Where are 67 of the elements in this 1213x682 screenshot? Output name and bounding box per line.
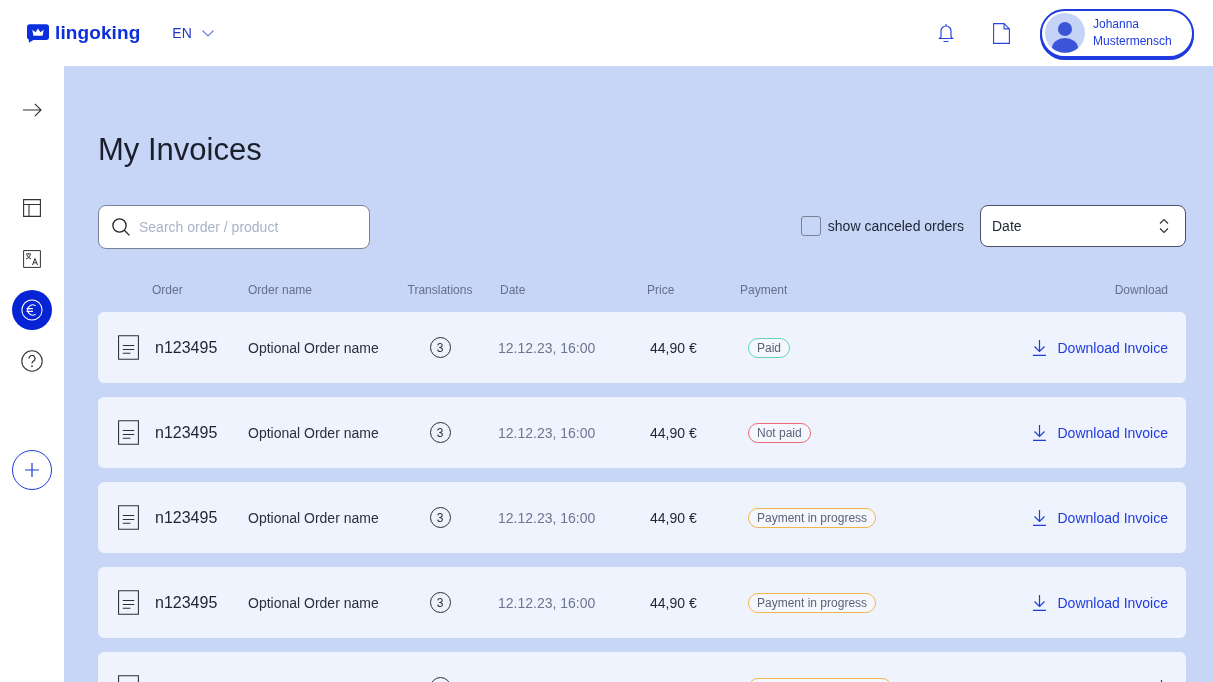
column-header: Payment [740,283,788,297]
up-down-chevron-icon [1159,218,1169,234]
download-icon [1033,594,1047,611]
page-title: My Invoices [98,132,262,168]
notifications-button[interactable] [938,23,954,43]
download-invoice-link[interactable]: Download Invoice [1033,339,1168,356]
search-field[interactable]: Search order / product [98,205,370,249]
download-invoice-link[interactable]: Download Invoice [1033,594,1168,611]
invoice-row[interactable]: n123495 Optional Order name 3 12.12.23, 16:00 44,90 € Payment in progress Download Invoice [98,567,1186,638]
order-number: n123495 [155,338,218,357]
help-icon [21,350,43,372]
search-icon [112,218,130,236]
logo-text[interactable]: lingoking [55,22,141,44]
invoice-row[interactable]: n123495 Optional Order name 3 12.12.23, 16:00 44,90 € Paid Download Invoice [98,312,1186,383]
checkbox[interactable] [800,216,821,236]
user-profile-button[interactable]: Johanna Mustermensch [1040,8,1194,58]
logo-icon [27,23,49,43]
document-lines-icon [118,505,139,530]
column-header: Download [1114,283,1168,297]
column-header: Price [647,283,675,297]
order-name: Optional Order name [248,424,379,441]
plus-icon [25,463,39,477]
documents-button[interactable] [993,22,1010,44]
download-icon [1033,509,1047,526]
sort-select[interactable]: Date [980,205,1186,247]
checkbox-label: show canceled orders [827,218,964,234]
document-lines-icon [118,590,139,615]
order-name: Optional Order name [248,509,379,526]
translate-icon [23,250,41,268]
payment-status-tag: Paid [748,337,791,358]
document-lines-icon [118,335,139,360]
order-date: 12.12.23, 16:00 [498,594,596,611]
chevron-down-icon [201,29,214,37]
order-name: Optional Order name [248,339,379,356]
column-header: Translations [407,283,473,297]
order-name: Optional Order name [248,594,379,611]
payment-status-tag: Not paid [748,422,811,443]
payment-status-tag: Payment in progress [748,507,877,528]
order-number: n123495 [155,593,218,612]
column-header: Order [152,283,183,297]
order-price: 44,90 € [650,509,697,526]
language-selector[interactable]: EN [172,25,214,41]
arrow-right-icon [22,103,42,117]
order-price: 44,90 € [650,424,697,441]
order-date: 12.12.23, 16:00 [498,424,596,441]
column-header: Order name [248,283,313,297]
document-lines-icon [118,420,139,445]
order-number: n123495 [155,508,218,527]
download-icon [1033,339,1047,356]
bell-icon [938,23,954,43]
document-icon [993,22,1010,44]
order-date: 12.12.23, 16:00 [498,339,596,356]
download-invoice-link[interactable]: Download Invoice [1033,424,1168,441]
avatar-icon [1045,13,1085,53]
order-price: 44,90 € [650,339,697,356]
order-date: 12.12.23, 16:00 [498,509,596,526]
payment-status-tag: Payment in progress [748,592,877,613]
column-header: Date [500,283,526,297]
download-icon [1033,424,1047,441]
invoice-row[interactable]: n123495 Optional Order name 3 12.12.23, 16:00 44,90 € Not paid Download Invoice [98,397,1186,468]
download-invoice-link[interactable]: Download Invoice [1033,509,1168,526]
layout-icon [23,199,41,217]
euro-icon [21,299,43,321]
invoice-row[interactable]: n123495 Optional Order name 3 12.12.23, 16:00 44,90 € Payment in progress Download Invoice [98,482,1186,553]
order-price: 44,90 € [650,594,697,611]
sidebar-item[interactable] [12,290,52,330]
order-number: n123495 [155,423,218,442]
